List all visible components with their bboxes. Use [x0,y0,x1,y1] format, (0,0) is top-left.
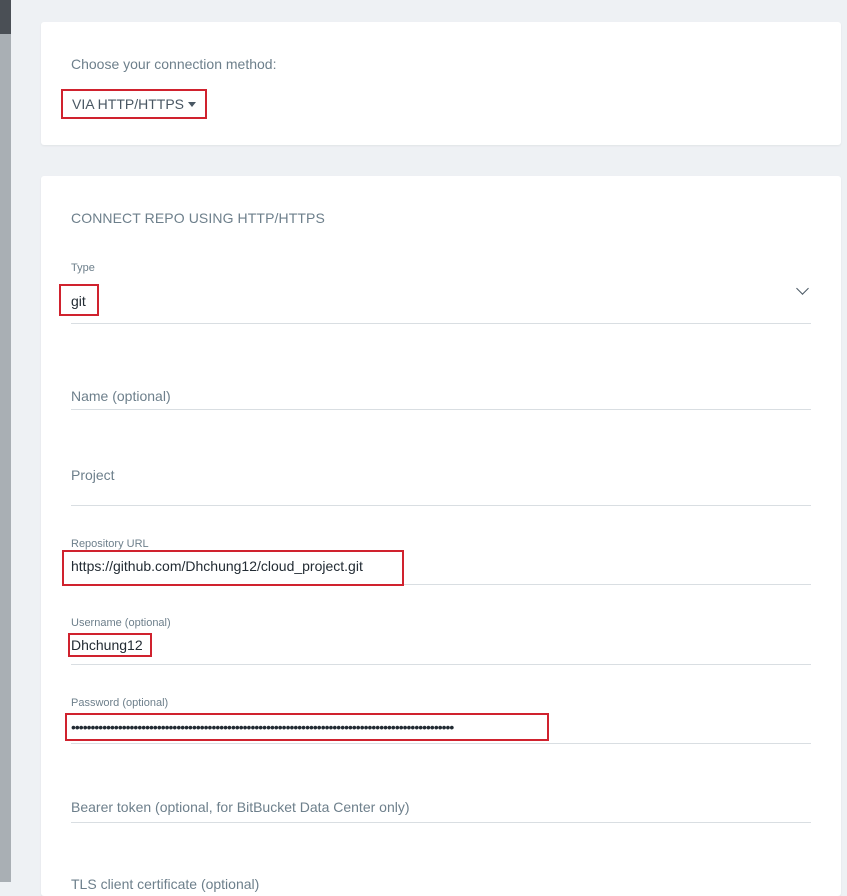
connection-method-value: VIA HTTP/HTTPS [72,96,185,112]
tls-cert-input[interactable]: TLS client certificate (optional) [71,856,811,896]
name-placeholder: Name (optional) [71,388,171,404]
section-title: CONNECT REPO USING HTTP/HTTPS [71,210,325,226]
connection-method-dropdown[interactable]: VIA HTTP/HTTPS [61,89,207,119]
caret-down-icon [188,101,197,107]
username-value: Dhchung12 [71,637,143,653]
type-label: Type [71,262,95,274]
chevron-down-icon [796,282,809,295]
type-select[interactable]: Type git [59,260,811,324]
type-value: git [71,293,86,309]
password-label: Password (optional) [71,697,169,709]
connection-method-label: Choose your connection method: [71,56,277,72]
repository-url-label: Repository URL [71,538,149,550]
repository-url-input[interactable]: Repository URL https://github.com/Dhchun… [62,538,811,586]
username-label: Username (optional) [71,617,171,629]
project-input[interactable]: Project [71,446,811,506]
password-value: ••••••••••••••••••••••••••••••••••••••••… [71,720,454,734]
connect-repo-card: CONNECT REPO USING HTTP/HTTPS Type git N… [41,176,841,896]
password-input[interactable]: Password (optional) ••••••••••••••••••••… [65,697,811,744]
bearer-token-input[interactable]: Bearer token (optional, for BitBucket Da… [71,776,811,823]
side-panel-header [0,0,11,34]
side-panel [0,0,11,882]
username-input[interactable]: Username (optional) Dhchung12 [68,617,811,665]
name-input[interactable]: Name (optional) [71,366,811,410]
project-placeholder: Project [71,467,115,483]
bearer-token-placeholder: Bearer token (optional, for BitBucket Da… [71,799,410,815]
connection-method-card: Choose your connection method: VIA HTTP/… [41,22,841,145]
repository-url-value: https://github.com/Dhchung12/cloud_proje… [71,558,363,574]
tls-cert-placeholder: TLS client certificate (optional) [71,876,260,892]
